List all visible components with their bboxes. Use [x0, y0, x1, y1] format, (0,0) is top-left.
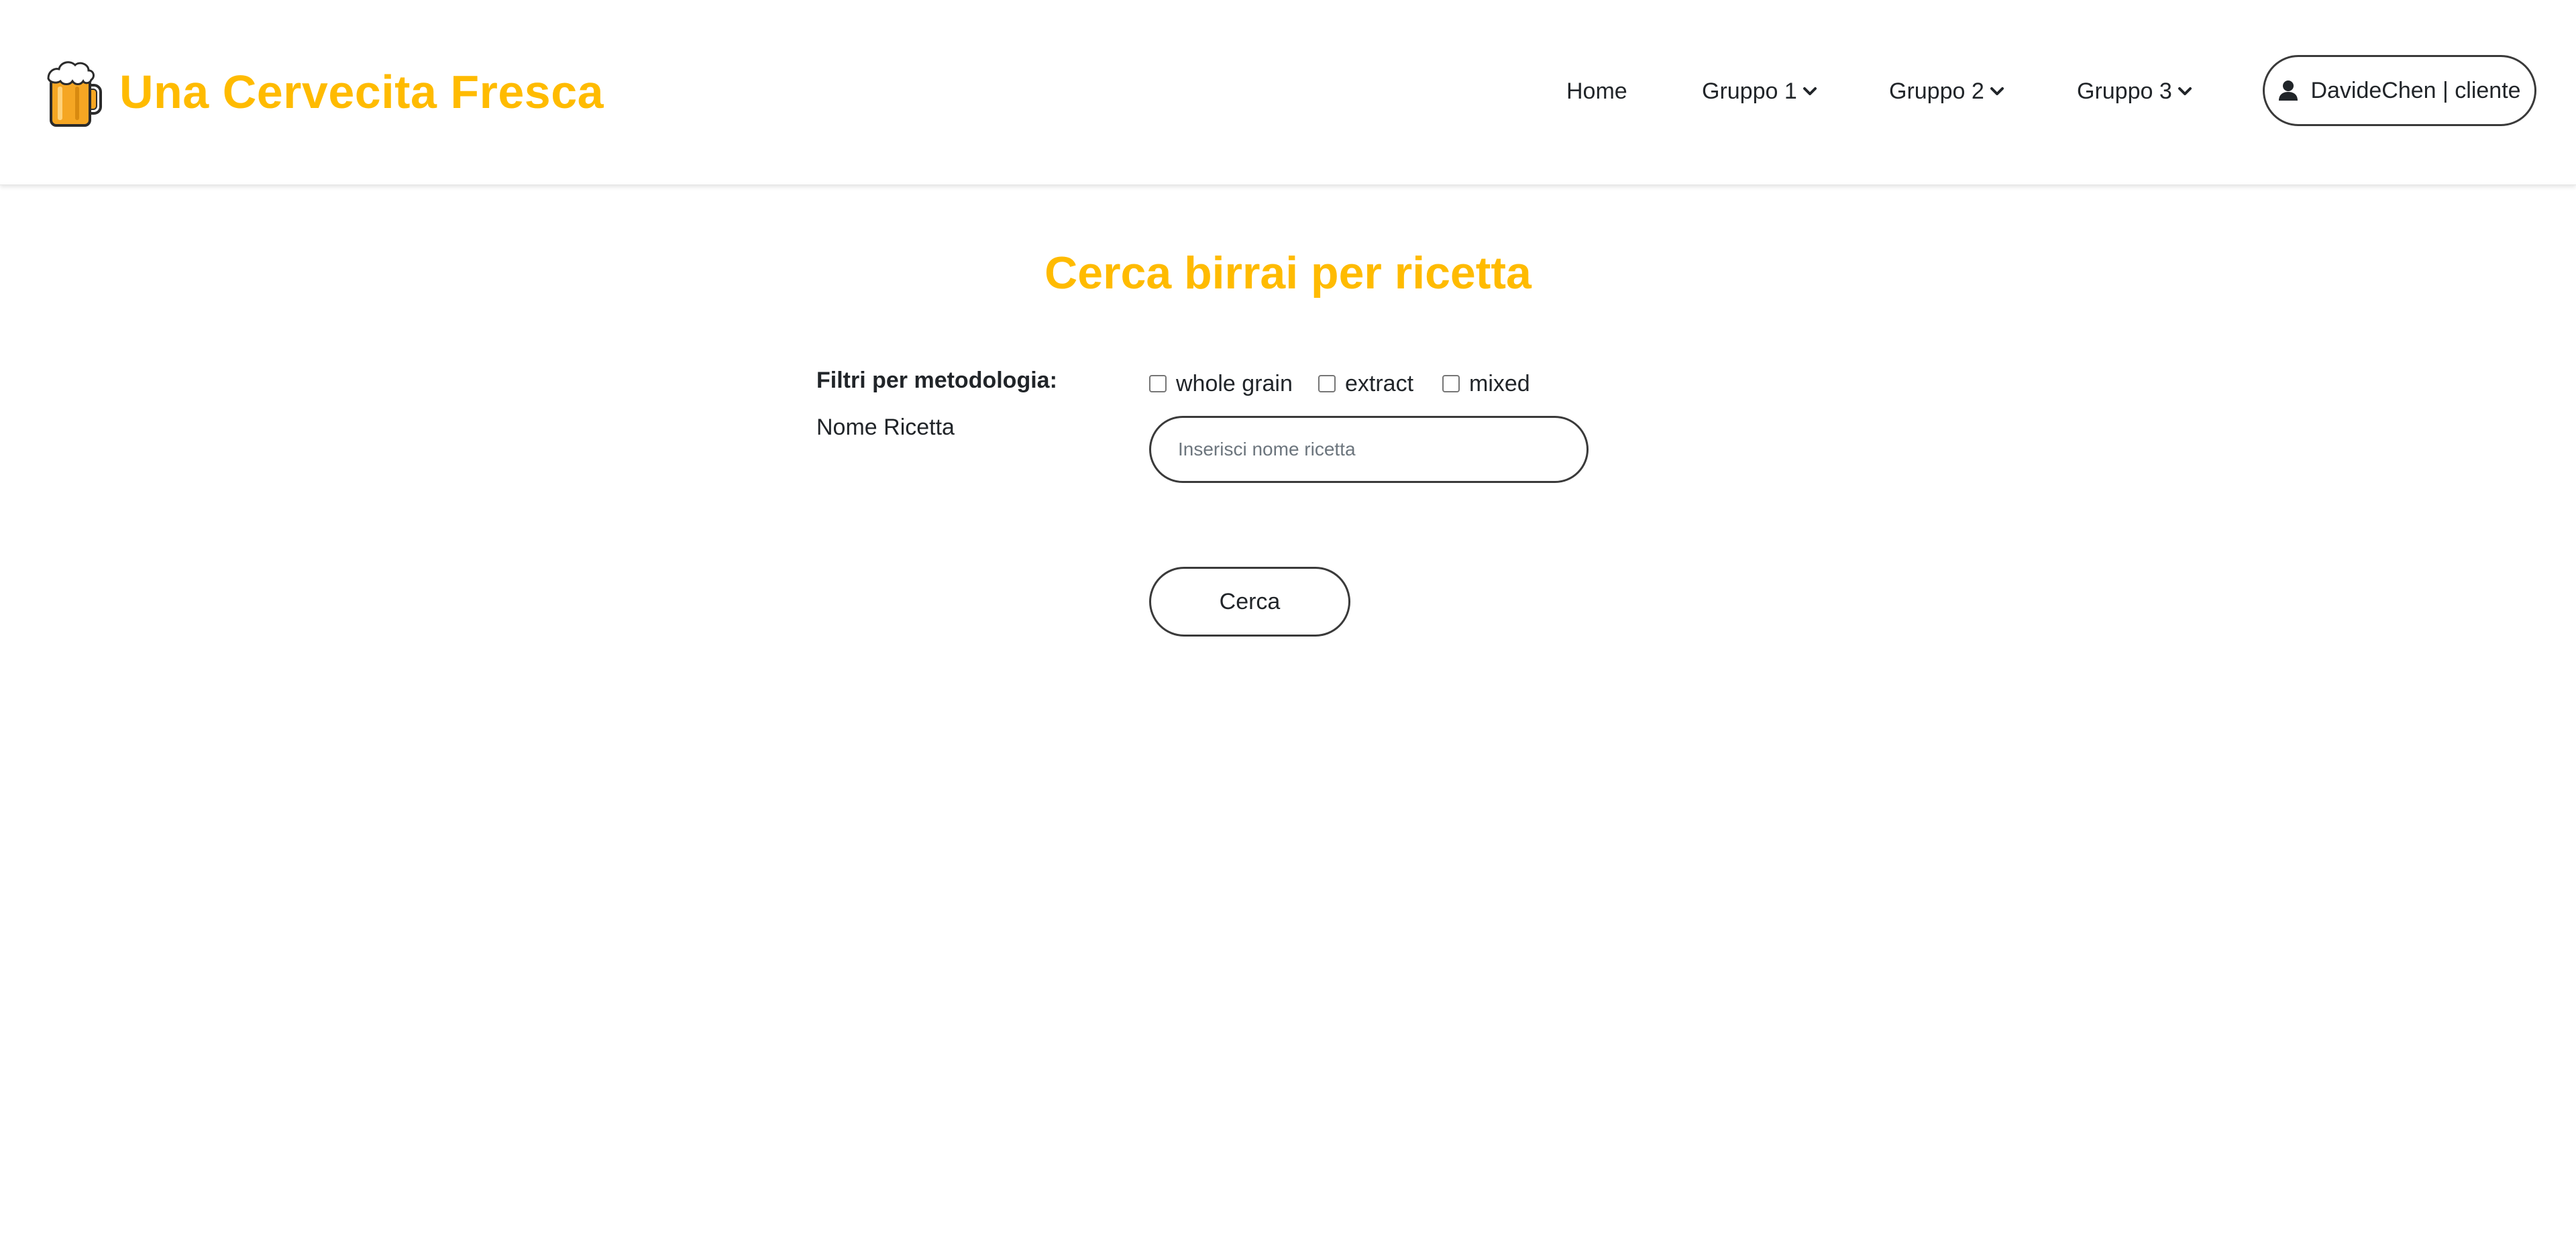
- nav-gruppo-1-dropdown[interactable]: Gruppo 1: [1702, 72, 1817, 110]
- user-account-button[interactable]: DavideChen | cliente: [2263, 55, 2536, 126]
- checkbox-whole-grain[interactable]: [1149, 375, 1167, 392]
- recipe-name-input[interactable]: [1149, 416, 1589, 483]
- checkbox-extract[interactable]: [1318, 375, 1336, 392]
- chevron-down-icon: [2178, 87, 2192, 95]
- brand-title: Una Cervecita Fresca: [119, 66, 604, 118]
- page-title: Cerca birrai per ricetta: [1044, 248, 1532, 298]
- chevron-down-icon: [1990, 87, 2004, 95]
- filter-mixed[interactable]: mixed: [1442, 370, 1530, 396]
- filter-extract[interactable]: extract: [1318, 370, 1414, 396]
- top-navbar: Una Cervecita Fresca Home Gruppo 1 Grupp…: [0, 0, 2576, 185]
- beer-mug-icon: [47, 61, 102, 127]
- brand[interactable]: Una Cervecita Fresca: [46, 55, 604, 129]
- recipe-name-label: Nome Ricetta: [816, 415, 955, 440]
- filter-whole-grain-label: whole grain: [1176, 370, 1293, 396]
- filter-extract-label: extract: [1345, 370, 1414, 396]
- checkbox-mixed[interactable]: [1442, 375, 1460, 392]
- nav-gruppo-2-label: Gruppo 2: [1889, 78, 1984, 104]
- user-icon: [2279, 80, 2298, 101]
- nav-gruppo-3-label: Gruppo 3: [2077, 78, 2172, 104]
- search-button[interactable]: Cerca: [1149, 567, 1350, 637]
- nav-gruppo-3-dropdown[interactable]: Gruppo 3: [2077, 72, 2192, 110]
- chevron-down-icon: [1803, 87, 1817, 95]
- nav-gruppo-2-dropdown[interactable]: Gruppo 2: [1889, 72, 2004, 110]
- user-account-label: DavideChen | cliente: [2310, 77, 2521, 103]
- filter-whole-grain[interactable]: whole grain: [1149, 370, 1293, 396]
- filters-label: Filtri per metodologia:: [816, 368, 1057, 393]
- nav-home-label: Home: [1566, 78, 1627, 104]
- nav-gruppo-1-label: Gruppo 1: [1702, 78, 1797, 104]
- filter-mixed-label: mixed: [1469, 370, 1530, 396]
- nav-home[interactable]: Home: [1566, 72, 1627, 110]
